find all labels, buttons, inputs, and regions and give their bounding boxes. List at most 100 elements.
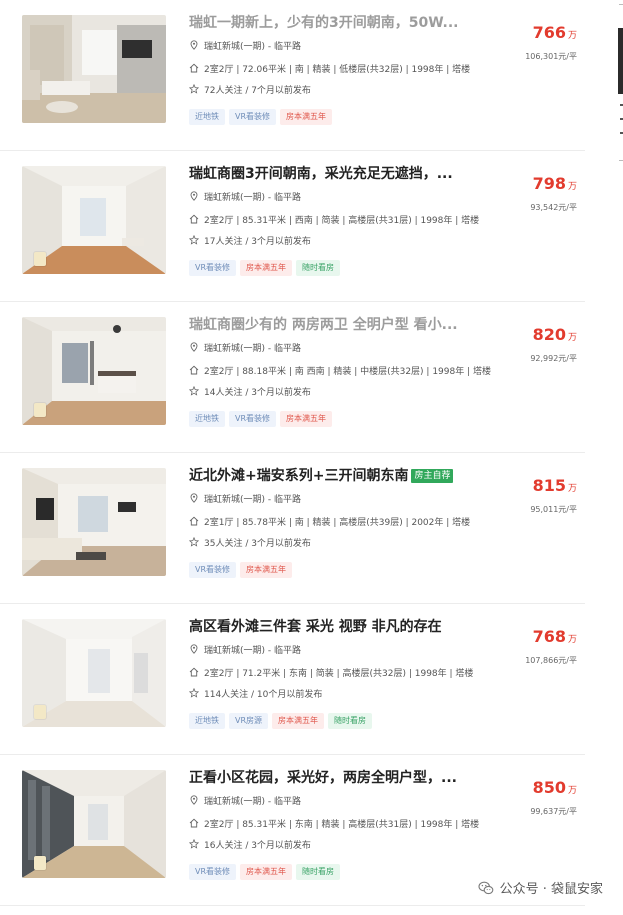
tag-visit-anytime: 随时看房 [296,864,341,880]
bedroom-photo[interactable] [22,317,166,425]
watermark-text: 公众号 · 袋鼠安家 [499,882,603,897]
tag-five-years: 房本满五年 [272,713,325,729]
tag-near-subway: 近地铁 [189,109,225,125]
community-name[interactable]: 瑞虹新城(一期) - 临平路 [204,344,301,354]
total-price: 815 万 [533,476,577,495]
price-value: 815 [532,476,566,495]
unit-price: 95,011元/平 [530,505,577,514]
owner-recommend-badge: 房主自荐 [411,469,454,483]
tag-five-years: 房本满五年 [280,411,333,427]
listing-item[interactable]: 瑞虹商圈少有的 两房两卫 全明户型 看小... 瑞虹新城(一期) - 临平路 2… [0,302,585,453]
community-name[interactable]: 瑞虹新城(一期) - 临平路 [204,495,301,505]
empty-room-photo[interactable] [22,166,166,274]
tag-five-years: 房本满五年 [240,562,293,578]
unit-price: 106,301元/平 [525,52,577,61]
white-room-photo[interactable] [22,619,166,727]
location-pin-icon [190,342,198,352]
tag-vr-decoration: VR看装修 [189,864,237,880]
house-info-row: 2室2厅 | 72.06平米 | 南 | 精装 | 低楼层(共32层) | 19… [189,63,470,76]
listing-title[interactable]: 高区看外滩三件套 采光 视野 非凡的存在 [189,617,489,637]
star-icon [189,386,199,396]
follow-row: 114人关注 / 10个月以前发布 [189,688,322,701]
follow-info: 16人关注 / 3个月以前发布 [204,841,311,851]
unit-price: 107,866元/平 [525,656,577,665]
tag-visit-anytime: 随时看房 [328,713,373,729]
listing-item[interactable]: 近北外滩+瑞安系列+三开间朝东南 房主自荐 瑞虹新城(一期) - 临平路 2室1厅… [0,453,585,604]
location-pin-icon [190,40,198,50]
community-row[interactable]: 瑞虹新城(一期) - 临平路 [189,342,301,355]
total-price: 850 万 [533,778,577,797]
listing-title[interactable]: 近北外滩+瑞安系列+三开间朝东南 房主自荐 [189,466,489,486]
house-info-row: 2室1厅 | 85.78平米 | 南 | 精装 | 高楼层(共39层) | 20… [189,516,470,529]
community-row[interactable]: 瑞虹新城(一期) - 临平路 [189,191,301,204]
star-icon [189,84,199,94]
community-name[interactable]: 瑞虹新城(一期) - 临平路 [204,42,301,52]
sofa-living-room-photo[interactable] [22,468,166,576]
location-pin-icon [190,191,198,201]
house-info-row: 2室2厅 | 88.18平米 | 南 西南 | 精装 | 中楼层(共32层) |… [189,365,491,378]
house-icon [189,214,199,224]
star-icon [189,688,199,698]
follow-info: 72人关注 / 7个月以前发布 [204,86,311,96]
location-pin-icon [190,795,198,805]
hallway-photo[interactable] [22,770,166,878]
community-row[interactable]: 瑞虹新城(一期) - 临平路 [189,795,301,808]
unit-price: 99,637元/平 [530,807,577,816]
price-unit: 万 [567,484,577,494]
vr-badge-icon [34,252,46,266]
tag-list: VR看装修 房本满五年 随时看房 [189,859,344,880]
price-value: 766 [532,23,566,42]
listing-title[interactable]: 瑞虹商圈3开间朝南，采光充足无遮挡，... [189,164,489,184]
listing-title[interactable]: 瑞虹一期新上，少有的3开间朝南，50W... [189,13,489,33]
follow-row: 16人关注 / 3个月以前发布 [189,839,311,852]
listing-title[interactable]: 瑞虹商圈少有的 两房两卫 全明户型 看小... [189,315,489,335]
tag-vr-decoration: VR看装修 [229,411,277,427]
follow-info: 114人关注 / 10个月以前发布 [204,690,323,700]
vr-badge-icon [34,403,46,417]
vr-badge-icon [34,856,46,870]
tag-list: VR看装修 房本满五年 [189,557,296,578]
house-icon [189,365,199,375]
listing-title-text[interactable]: 近北外滩+瑞安系列+三开间朝东南 [189,468,408,484]
total-price: 766 万 [533,23,577,42]
house-info-row: 2室2厅 | 85.31平米 | 西南 | 简装 | 高楼层(共31层) | 1… [189,214,479,227]
listing-item[interactable]: 瑞虹一期新上，少有的3开间朝南，50W... 瑞虹新城(一期) - 临平路 2室… [0,0,585,151]
star-icon [189,235,199,245]
house-info: 2室2厅 | 71.2平米 | 东南 | 简装 | 高楼层(共32层) | 19… [204,669,474,679]
price-value: 850 [532,778,566,797]
price-unit: 万 [567,786,577,796]
tag-vr-decoration: VR看装修 [189,562,237,578]
community-row[interactable]: 瑞虹新城(一期) - 临平路 [189,493,301,506]
tag-visit-anytime: 随时看房 [296,260,341,276]
community-name[interactable]: 瑞虹新城(一期) - 临平路 [204,646,301,656]
star-icon [189,839,199,849]
star-icon [189,537,199,547]
community-row[interactable]: 瑞虹新城(一期) - 临平路 [189,40,301,53]
listing-item[interactable]: 高区看外滩三件套 采光 视野 非凡的存在 瑞虹新城(一期) - 临平路 2室2厅… [0,604,585,755]
tag-near-subway: 近地铁 [189,411,225,427]
community-name[interactable]: 瑞虹新城(一期) - 临平路 [204,193,301,203]
vr-badge-icon [34,705,46,719]
house-icon [189,516,199,526]
house-info: 2室2厅 | 88.18平米 | 南 西南 | 精装 | 中楼层(共32层) |… [204,367,491,377]
tag-list: 近地铁 VR看装修 房本满五年 [189,406,336,427]
house-info: 2室2厅 | 72.06平米 | 南 | 精装 | 低楼层(共32层) | 19… [204,65,471,75]
tag-vr-listing: VR房源 [229,713,269,729]
follow-row: 14人关注 / 3个月以前发布 [189,386,311,399]
listing-item[interactable]: 瑞虹商圈3开间朝南，采光充足无遮挡，... 瑞虹新城(一期) - 临平路 2室2… [0,151,585,302]
tag-five-years: 房本满五年 [280,109,333,125]
listing-title[interactable]: 正看小区花园，采光好，两房全明户型，... [189,768,489,788]
tag-five-years: 房本满五年 [240,864,293,880]
tag-vr-decoration: VR看装修 [229,109,277,125]
total-price: 820 万 [533,325,577,344]
house-info-row: 2室2厅 | 85.31平米 | 东南 | 精装 | 高楼层(共31层) | 1… [189,818,479,831]
follow-info: 35人关注 / 3个月以前发布 [204,539,311,549]
house-info: 2室1厅 | 85.78平米 | 南 | 精装 | 高楼层(共39层) | 20… [204,518,471,528]
community-row[interactable]: 瑞虹新城(一期) - 临平路 [189,644,301,657]
community-name[interactable]: 瑞虹新城(一期) - 临平路 [204,797,301,807]
follow-info: 14人关注 / 3个月以前发布 [204,388,311,398]
price-value: 798 [532,174,566,193]
living-room-photo[interactable] [22,15,166,123]
house-info: 2室2厅 | 85.31平米 | 西南 | 简装 | 高楼层(共31层) | 1… [204,216,480,226]
house-icon [189,818,199,828]
